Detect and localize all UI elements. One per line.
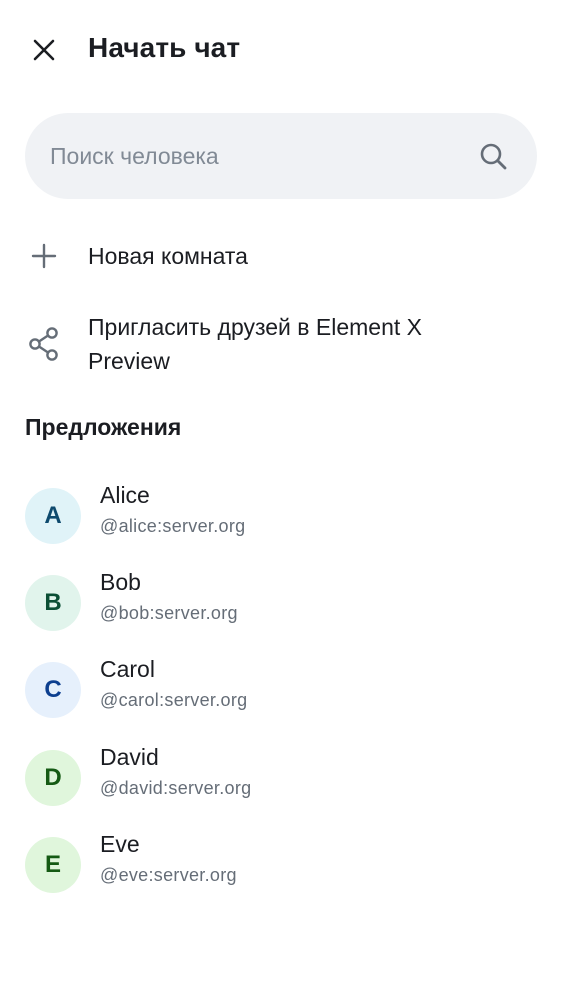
search-bar[interactable] bbox=[25, 113, 537, 199]
user-id: @eve:server.org bbox=[100, 865, 237, 885]
user-row-bob[interactable]: B Bob @bob:server.org bbox=[0, 565, 562, 643]
invite-friends-label-line2: Preview bbox=[88, 348, 170, 374]
user-id: @david:server.org bbox=[100, 778, 252, 798]
invite-friends-button[interactable]: Пригласить друзей в Element X Preview bbox=[0, 308, 562, 380]
suggestions-heading: Предложения bbox=[25, 414, 182, 440]
avatar: B bbox=[25, 575, 81, 631]
user-id: @alice:server.org bbox=[100, 516, 246, 536]
user-id: @bob:server.org bbox=[100, 603, 238, 623]
user-row-carol[interactable]: C Carol @carol:server.org bbox=[0, 652, 562, 730]
close-button[interactable] bbox=[24, 30, 64, 70]
invite-friends-label: Пригласить друзей в Element X Preview bbox=[88, 310, 422, 378]
search-icon[interactable] bbox=[479, 142, 507, 170]
share-icon bbox=[27, 327, 61, 361]
new-room-label: Новая комната bbox=[88, 243, 248, 269]
avatar: A bbox=[25, 488, 81, 544]
user-name: Bob bbox=[100, 569, 141, 595]
plus-icon bbox=[27, 239, 61, 273]
user-row-david[interactable]: D David @david:server.org bbox=[0, 740, 562, 818]
page-title: Начать чат bbox=[88, 32, 241, 63]
top-bar: Начать чат bbox=[0, 0, 562, 100]
user-id: @carol:server.org bbox=[100, 690, 248, 710]
avatar: C bbox=[25, 662, 81, 718]
search-input[interactable] bbox=[50, 113, 470, 199]
new-room-button[interactable]: Новая комната bbox=[0, 236, 562, 280]
user-name: Eve bbox=[100, 831, 140, 857]
invite-friends-label-line1: Пригласить друзей в Element X bbox=[88, 314, 423, 340]
user-row-alice[interactable]: A Alice @alice:server.org bbox=[0, 478, 562, 556]
user-name: Alice bbox=[100, 482, 150, 508]
user-row-eve[interactable]: E Eve @eve:server.org bbox=[0, 827, 562, 905]
avatar: E bbox=[25, 837, 81, 893]
avatar: D bbox=[25, 750, 81, 806]
close-icon bbox=[33, 39, 55, 61]
user-name: Carol bbox=[100, 656, 155, 682]
user-name: David bbox=[100, 744, 159, 770]
